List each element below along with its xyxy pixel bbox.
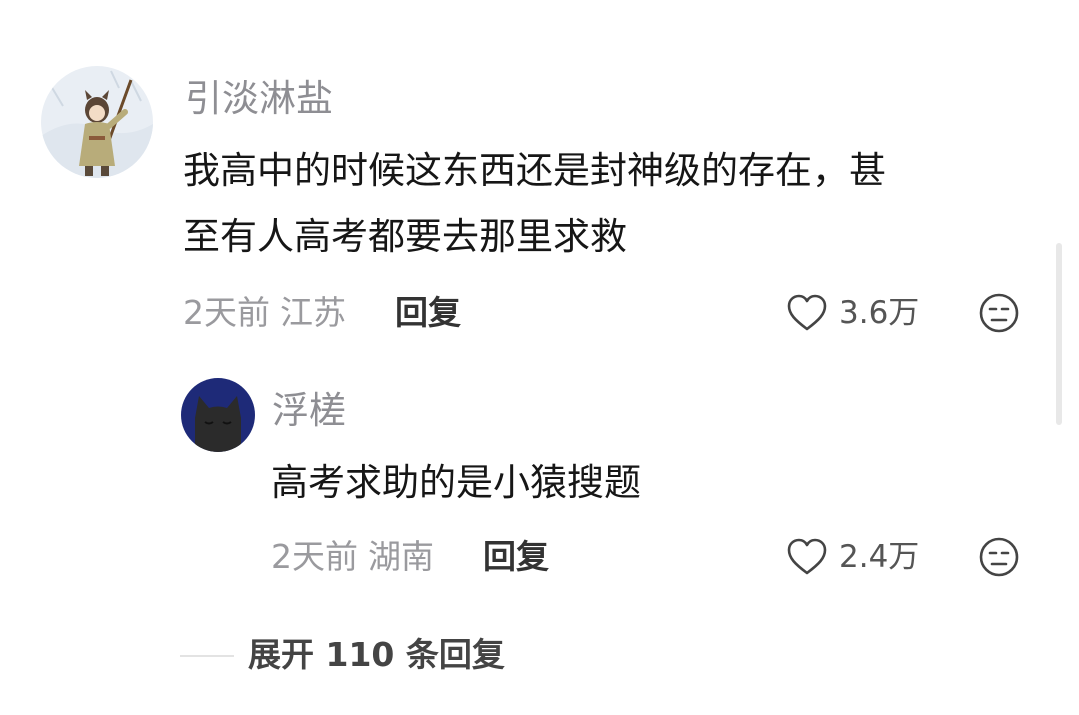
comment-location: 江苏 (280, 293, 346, 332)
reply-location: 湖南 (368, 537, 434, 576)
expand-replies-button[interactable]: 展开 110 条回复 (248, 638, 505, 671)
scrollbar[interactable] (1056, 243, 1062, 425)
reply-text: 高考求助的是小猿搜题 (271, 461, 641, 504)
commenter-username[interactable]: 引淡淋盐 (185, 80, 333, 117)
unimpressed-face-icon[interactable] (978, 292, 1020, 334)
comment-text-line-1: 我高中的时候这东西还是封神级的存在，甚 (183, 149, 886, 192)
comment-text-line-2: 至有人高考都要去那里求救 (183, 215, 627, 258)
reply-like-count: 2.4万 (839, 539, 920, 575)
commenter-avatar[interactable] (41, 66, 153, 178)
anime-girl-avatar-image (41, 66, 153, 178)
replier-username[interactable]: 浮槎 (272, 392, 346, 429)
reply-time: 2天前 (271, 537, 358, 576)
comment-reply-button[interactable]: 回复 (395, 296, 461, 329)
expand-divider (180, 655, 234, 657)
comment-meta: 2天前 江苏 (183, 296, 346, 329)
comment-time: 2天前 (183, 293, 270, 332)
black-cat-avatar-image (181, 378, 255, 452)
replier-avatar[interactable] (181, 378, 255, 452)
heart-outline-icon[interactable] (786, 293, 828, 333)
reply-meta: 2天前 湖南 (271, 540, 434, 573)
reply-reply-button[interactable]: 回复 (483, 540, 549, 573)
unimpressed-face-icon[interactable] (978, 536, 1020, 578)
comments-page: 引淡淋盐 我高中的时候这东西还是封神级的存在，甚 至有人高考都要去那里求救 2天… (0, 0, 1079, 715)
heart-outline-icon[interactable] (786, 537, 828, 577)
comment-like-count: 3.6万 (839, 295, 920, 331)
